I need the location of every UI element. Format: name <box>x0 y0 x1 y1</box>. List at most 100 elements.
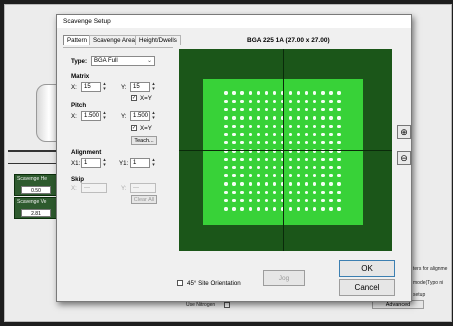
skip-x-input[interactable]: --- <box>81 183 107 193</box>
solder-ball <box>321 107 325 112</box>
solder-ball <box>272 132 277 137</box>
solder-ball <box>264 198 269 203</box>
solder-ball <box>313 207 317 211</box>
skip-y-input[interactable]: --- <box>130 183 156 193</box>
solder-ball <box>272 141 277 145</box>
solder-ball <box>248 99 252 104</box>
type-select[interactable]: BGA Full ⌄ <box>91 56 155 66</box>
site-orientation-checkbox[interactable] <box>177 280 183 286</box>
solder-ball <box>304 107 309 112</box>
matrix-x-label: X: <box>71 84 77 91</box>
alignment-x-spinner[interactable]: ▴ ▾ <box>102 158 107 168</box>
solder-ball <box>224 198 228 203</box>
matrix-link-checkbox[interactable]: ✓ <box>131 95 137 101</box>
solder-ball <box>264 141 269 145</box>
solder-ball <box>240 132 244 137</box>
solder-ball <box>321 116 325 120</box>
solder-ball <box>304 182 309 186</box>
solder-ball <box>272 207 277 211</box>
solder-ball <box>321 190 325 195</box>
zoom-in-icon[interactable]: ⊕ <box>397 125 411 139</box>
tab-scavenge-area[interactable]: Scavenge Area <box>89 35 139 45</box>
solder-ball <box>329 174 333 178</box>
solder-ball <box>240 182 244 186</box>
solder-ball <box>240 107 244 112</box>
solder-ball <box>232 107 236 112</box>
solder-ball <box>240 116 244 120</box>
solder-ball <box>313 132 317 137</box>
matrix-y-input[interactable]: 15 <box>130 82 150 92</box>
solder-ball <box>304 124 309 128</box>
solder-ball <box>264 91 269 95</box>
cancel-button[interactable]: Cancel <box>339 279 395 296</box>
pitch-y-spinner[interactable]: ▴ ▾ <box>151 111 156 121</box>
solder-ball <box>232 165 236 170</box>
solder-ball <box>240 207 244 211</box>
solder-ball <box>272 116 277 120</box>
jog-button[interactable]: Jog <box>263 270 305 286</box>
teach-button[interactable]: Teach... <box>131 136 157 145</box>
scavenge-height-value[interactable]: 0.50 <box>21 186 51 194</box>
solder-ball <box>313 116 317 120</box>
solder-ball <box>329 116 333 120</box>
solder-ball <box>288 198 293 203</box>
solder-ball <box>296 190 301 195</box>
matrix-link-label: X=Y <box>140 95 152 102</box>
solder-ball <box>264 182 269 186</box>
matrix-x-input[interactable]: 15 <box>81 82 101 92</box>
solder-ball <box>288 99 293 104</box>
solder-ball <box>296 116 301 120</box>
pitch-link-checkbox[interactable]: ✓ <box>131 125 137 131</box>
solder-ball <box>264 132 269 137</box>
solder-ball <box>256 165 260 170</box>
solder-ball <box>288 91 293 95</box>
alignment-x-input[interactable]: 1 <box>81 158 101 168</box>
scavenge-velocity-value[interactable]: 2.81 <box>21 209 51 217</box>
solder-ball <box>264 116 269 120</box>
solder-ball <box>296 207 301 211</box>
solder-ball <box>337 190 341 195</box>
solder-ball <box>224 107 228 112</box>
solder-ball <box>248 91 252 95</box>
solder-ball <box>304 198 309 203</box>
skip-x-label: X: <box>71 185 77 192</box>
use-nitrogen-checkbox[interactable] <box>224 302 230 308</box>
solder-ball <box>240 141 244 145</box>
zoom-out-icon[interactable]: ⊖ <box>397 151 411 165</box>
solder-ball <box>288 107 293 112</box>
matrix-y-spinner[interactable]: ▴ ▾ <box>151 82 156 92</box>
pitch-x-input[interactable]: 1.500 <box>81 111 101 121</box>
pattern-preview[interactable] <box>179 49 392 251</box>
tab-height-dwells[interactable]: Height/Dwells <box>135 35 181 45</box>
solder-ball <box>329 165 333 170</box>
pitch-y-label: Y: <box>121 113 127 120</box>
solder-ball <box>232 198 236 203</box>
pitch-y-input[interactable]: 1.500 <box>130 111 150 121</box>
solder-ball <box>337 165 341 170</box>
solder-ball <box>248 107 252 112</box>
tab-pattern[interactable]: Pattern <box>63 35 91 45</box>
clear-all-button[interactable]: Clear All <box>131 195 157 204</box>
solder-ball <box>264 107 269 112</box>
solder-ball <box>304 165 309 170</box>
solder-ball <box>337 116 341 120</box>
alignment-y-input[interactable]: 1 <box>130 158 150 168</box>
solder-ball <box>304 157 309 161</box>
scavenge-velocity-box: Scavenge Ve 2.81 <box>14 197 60 219</box>
type-label: Type: <box>71 58 88 65</box>
matrix-x-spinner[interactable]: ▴ ▾ <box>102 82 107 92</box>
solder-ball <box>321 207 325 211</box>
pitch-x-spinner[interactable]: ▴ ▾ <box>102 111 107 121</box>
tab-divider <box>63 47 173 48</box>
alignment-y-spinner[interactable]: ▴ ▾ <box>151 158 156 168</box>
solder-ball <box>321 157 325 161</box>
pitch-link-label: X=Y <box>140 125 152 132</box>
matrix-label: Matrix <box>71 73 90 80</box>
title-bar[interactable]: Scavenge Setup <box>57 15 411 28</box>
stage-graphic <box>8 150 60 164</box>
solder-ball <box>296 174 301 178</box>
ok-button[interactable]: OK <box>339 260 395 277</box>
solder-ball <box>304 141 309 145</box>
solder-ball <box>248 141 252 145</box>
solder-ball <box>313 190 317 195</box>
